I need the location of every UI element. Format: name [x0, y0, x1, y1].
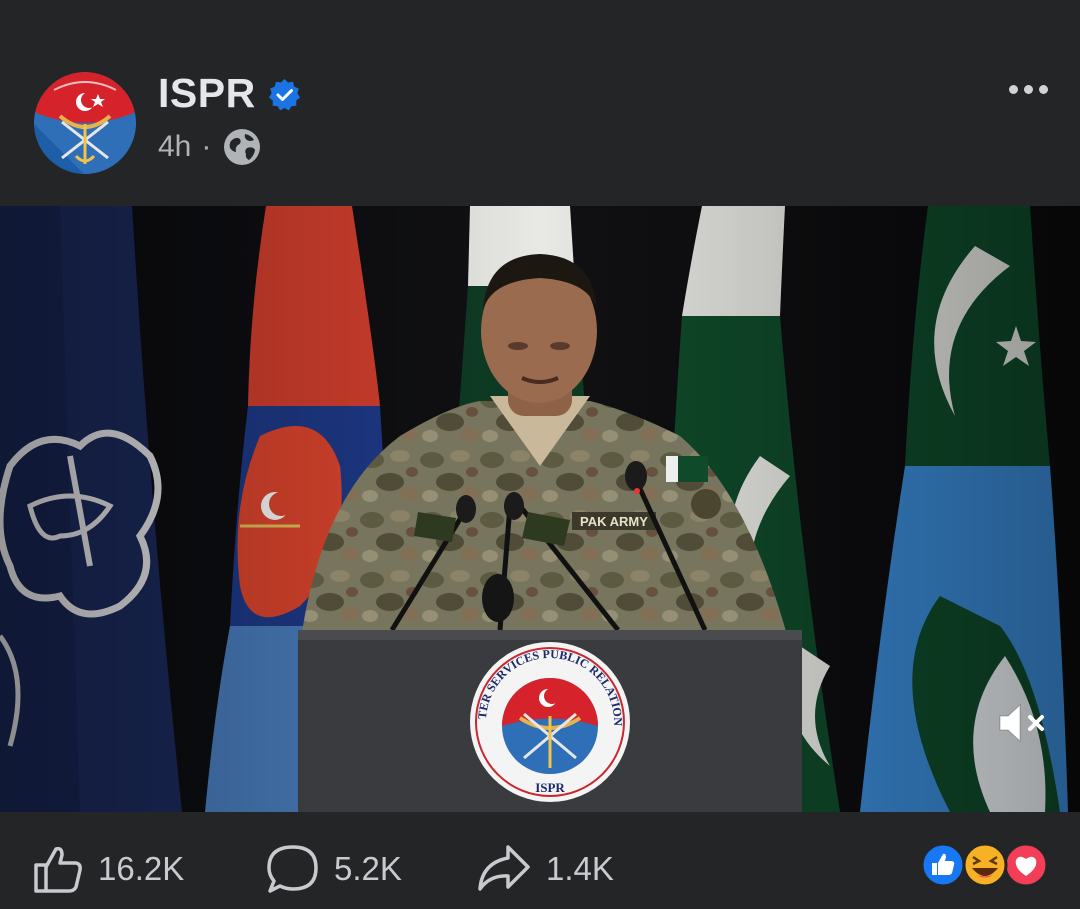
- video-frame: PAK ARMY TER SERVICES PUBLIC RELATION IS…: [0, 206, 1080, 812]
- verified-badge-icon: [269, 79, 300, 111]
- like-count: 16.2K: [98, 850, 185, 887]
- ispr-logo-icon: [34, 72, 136, 174]
- love-reaction-icon: [1003, 842, 1049, 888]
- thumbs-up-icon: [34, 846, 82, 893]
- share-icon: [478, 845, 530, 891]
- nameplate-text: PAK ARMY: [580, 514, 648, 529]
- haha-reaction-icon: [962, 842, 1008, 888]
- share-button[interactable]: 1.4K: [476, 843, 614, 895]
- more-dot: [1008, 84, 1018, 94]
- page-name[interactable]: ISPR: [158, 70, 256, 117]
- reactions-summary[interactable]: [920, 842, 1050, 888]
- share-count: 1.4K: [546, 850, 614, 887]
- more-dot: [1023, 84, 1033, 94]
- podium-ispr-text: ISPR: [535, 780, 565, 795]
- post-actions-bar: 16.2K 5.2K 1.4K: [0, 812, 1080, 909]
- page-avatar[interactable]: [34, 72, 136, 174]
- speaker-muted-icon[interactable]: [996, 700, 1050, 746]
- video-player[interactable]: PAK ARMY TER SERVICES PUBLIC RELATION IS…: [0, 206, 1080, 812]
- comment-button[interactable]: 5.2K: [266, 843, 402, 895]
- more-options-button[interactable]: [998, 72, 1058, 106]
- comment-count: 5.2K: [334, 850, 402, 887]
- like-button[interactable]: 16.2K: [32, 843, 184, 895]
- comment-icon: [267, 845, 318, 893]
- meta-separator: ·: [201, 130, 212, 163]
- post-meta: 4h ·: [158, 128, 261, 166]
- more-dot: [1038, 84, 1048, 94]
- like-reaction-icon: [920, 842, 966, 888]
- post-time[interactable]: 4h: [158, 130, 191, 164]
- post-header: ISPR 4h ·: [0, 0, 1080, 206]
- globe-icon[interactable]: [223, 128, 261, 166]
